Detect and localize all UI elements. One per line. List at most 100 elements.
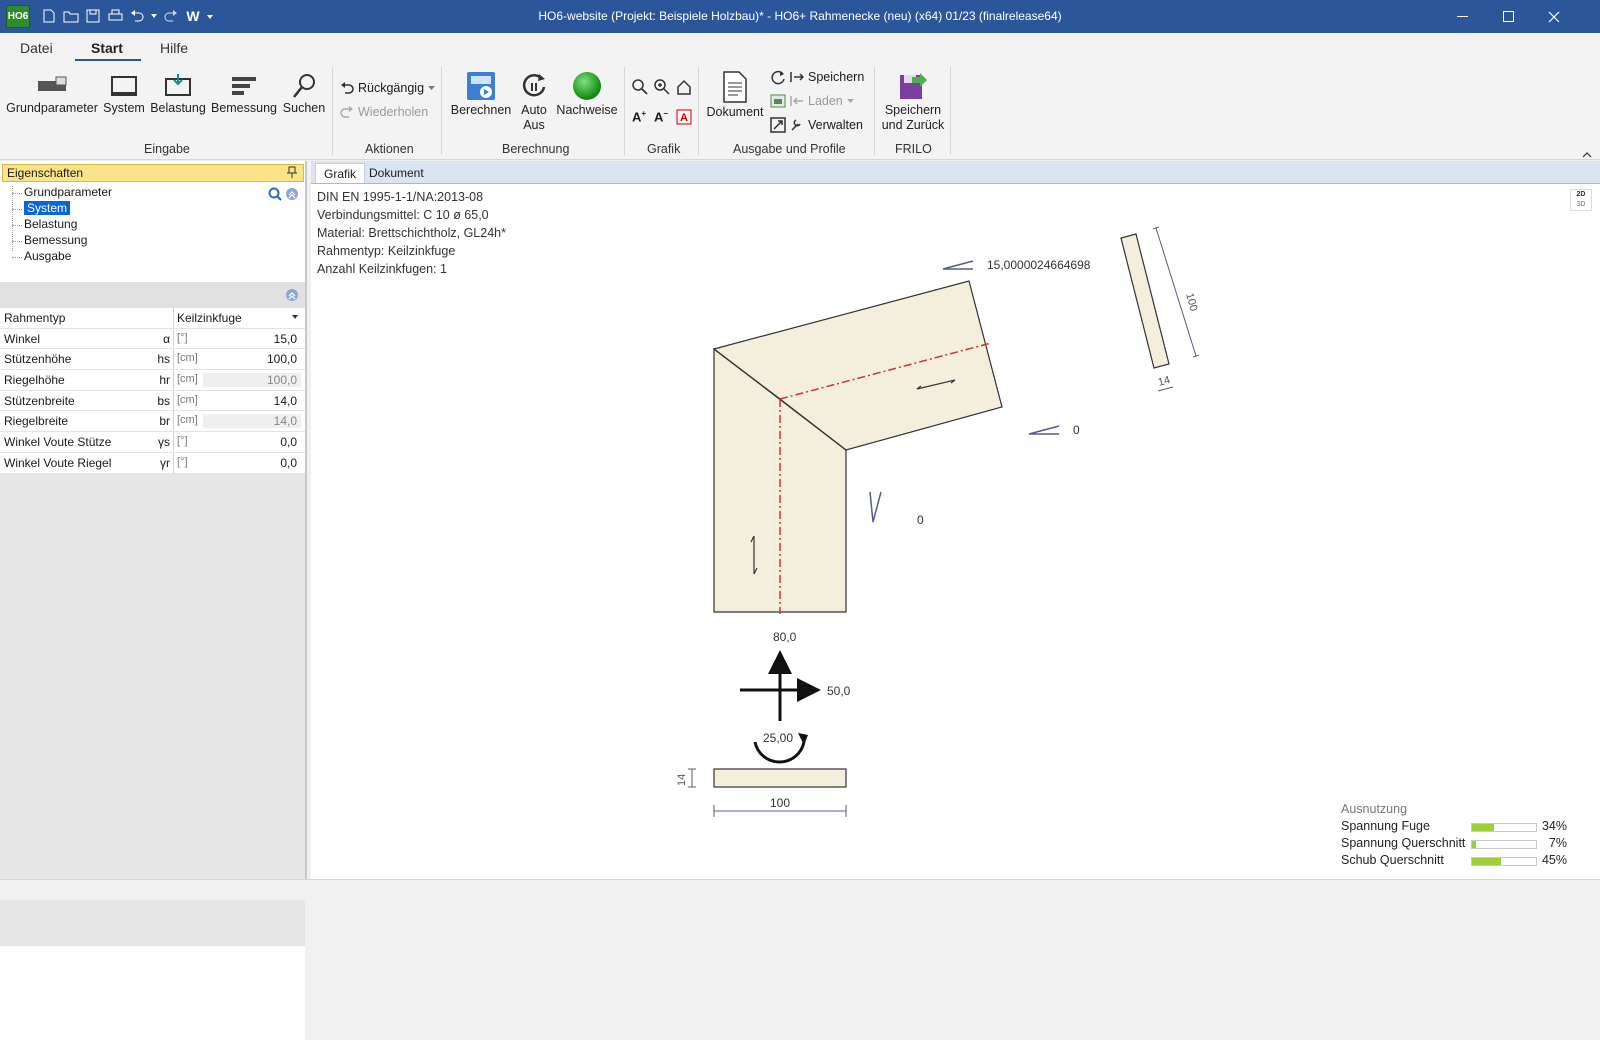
property-row-winkel-voute-riegel: Winkel Voute Riegel γr [°] 0,0 (0, 452, 305, 474)
utilization-fill (1472, 858, 1501, 865)
status-ok-icon (573, 72, 601, 100)
winkel-input[interactable]: 15,0 (274, 332, 297, 346)
tree-item-ausgabe[interactable]: Ausgabe (10, 249, 112, 265)
dokument-button[interactable]: Dokument (706, 71, 764, 120)
tab-hilfe[interactable]: Hilfe (160, 40, 188, 56)
utilization-percent: 34% (1541, 819, 1567, 833)
document-icon (723, 71, 747, 103)
svg-text:A: A (680, 112, 688, 124)
property-label: Stützenbreite (4, 393, 75, 408)
group-label-grafik: Grafik (647, 142, 681, 156)
group-label-berechnung: Berechnung (502, 142, 570, 156)
rahmentyp-select[interactable]: Keilzinkfuge (177, 311, 242, 325)
utilization-percent: 45% (1541, 853, 1567, 867)
tab-dokument[interactable]: Dokument (361, 163, 432, 183)
beam-section (1120, 233, 1170, 369)
belastung-button[interactable]: Belastung (149, 73, 207, 116)
stuetzenhoehe-input[interactable]: 100,0 (267, 352, 297, 366)
properties-title: Eigenschaften (7, 166, 84, 180)
frame-corner-drawing: 15,0000024664698 0 0 100 14 80,0 50,0 25… (676, 226, 1199, 817)
pin-icon[interactable] (287, 166, 297, 182)
group-label-eingabe: Eingabe (144, 142, 190, 156)
property-symbol: br (159, 414, 170, 429)
angle-column-label: 0 (917, 513, 924, 527)
search-icon[interactable] (268, 187, 282, 204)
property-symbol: bs (157, 393, 170, 408)
properties-header: Eigenschaften (2, 164, 304, 182)
utilization-label: Spannung Querschnitt (1341, 836, 1466, 850)
undo-icon (341, 82, 354, 94)
graphic-canvas[interactable]: DIN EN 1995-1-1/NA:2013-08 Verbindungsmi… (311, 183, 1600, 879)
property-row-winkel: Winkel α [°] 15,0 (0, 328, 305, 350)
zoom-icon[interactable] (632, 79, 648, 98)
berechnen-button[interactable]: Berechnen (450, 71, 512, 118)
property-grid-area: Rahmentyp Keilzinkfuge Winkel α [°] 15,0… (0, 282, 305, 946)
collapse-up-icon[interactable] (285, 288, 299, 305)
load-horizontal-label: 50,0 (827, 684, 851, 698)
system-button[interactable]: System (102, 73, 146, 116)
beam-width-label: 14 (1157, 374, 1172, 389)
chevron-down-icon[interactable] (292, 315, 298, 319)
beam-length-dim: 100 (1183, 292, 1199, 313)
font-color-icon[interactable]: A (676, 109, 692, 128)
suchen-button[interactable]: Suchen (281, 73, 327, 116)
verwalten-profile-button[interactable]: Verwalten (770, 117, 863, 133)
utilization-fill (1472, 824, 1494, 831)
speichern-profile-button[interactable]: Speichern (770, 69, 864, 85)
column-section (713, 768, 847, 788)
tree-item-belastung[interactable]: Belastung (10, 217, 112, 233)
winkel-voute-riegel-input[interactable]: 0,0 (280, 456, 297, 470)
speichern-zurueck-button[interactable]: Speichern und Zurück (880, 71, 946, 133)
group-separator (698, 67, 699, 155)
tab-grafik[interactable]: Grafik (315, 163, 366, 183)
maximize-button[interactable] (1485, 0, 1531, 33)
grundparameter-button[interactable]: Grundparameter (6, 73, 98, 116)
angle-right-icon (1028, 425, 1060, 435)
laden-profile-button[interactable]: Laden (770, 93, 854, 109)
moment-label: 25,00 (763, 731, 793, 745)
property-label: Riegelbreite (4, 414, 69, 429)
font-larger-icon[interactable]: A+ (632, 109, 646, 124)
property-symbol: γr (160, 455, 170, 470)
tree-item-grundparameter[interactable]: Grundparameter (10, 185, 112, 201)
property-label: Winkel Voute Riegel (4, 455, 112, 470)
winkel-voute-stuetze-input[interactable]: 0,0 (280, 435, 297, 449)
utilization-percent: 7% (1548, 836, 1567, 850)
nachweise-button[interactable]: Nachweise (556, 71, 618, 118)
tree-item-system[interactable]: System (10, 201, 112, 217)
auto-aus-button[interactable]: Auto Aus (515, 71, 553, 133)
tab-start[interactable]: Start (91, 40, 123, 56)
property-row-riegelhoehe: Riegelhöhe hr [cm] 100,0 (0, 370, 305, 391)
property-row-rahmentyp: Rahmentyp Keilzinkfuge (0, 308, 305, 329)
redo-button[interactable]: Wiederholen (340, 105, 428, 119)
property-unit: [°] (177, 435, 188, 448)
tree-item-bemessung[interactable]: Bemessung (10, 233, 112, 249)
property-label: Stützenhöhe (4, 352, 72, 367)
property-grid-toolbar (0, 282, 305, 308)
bemessung-button[interactable]: Bemessung (210, 73, 278, 116)
collapse-ribbon-icon[interactable] (1582, 147, 1592, 161)
close-button[interactable] (1531, 0, 1577, 33)
group-separator (874, 67, 875, 155)
bemessung-icon (232, 77, 256, 95)
profile-icon (770, 94, 786, 108)
save-arrow-icon (790, 72, 804, 82)
group-separator (332, 67, 333, 155)
property-label: Riegelhöhe (4, 373, 65, 388)
ribbon: Grundparameter System Belastung Bemessun… (0, 61, 1600, 160)
font-smaller-icon[interactable]: A− (654, 109, 668, 124)
minimize-button[interactable] (1439, 0, 1485, 33)
undo-button[interactable]: Rückgängig (340, 81, 436, 95)
utilization-label: Schub Querschnitt (1341, 853, 1444, 867)
collapse-up-icon[interactable] (285, 187, 299, 204)
property-unit: [°] (177, 331, 188, 344)
property-row-stuetzenhoehe: Stützenhöhe hs [cm] 100,0 (0, 349, 305, 371)
utilization-row: Spannung Querschnitt 7% (1341, 836, 1581, 853)
property-unit: [cm] (177, 414, 198, 427)
search-icon (293, 74, 315, 98)
zoom-in-icon[interactable] (654, 79, 670, 98)
home-view-icon[interactable] (676, 79, 692, 98)
tab-datei[interactable]: Datei (20, 40, 53, 56)
riegelbreite-value: 14,0 (273, 414, 297, 429)
stuetzenbreite-input[interactable]: 14,0 (274, 394, 297, 408)
